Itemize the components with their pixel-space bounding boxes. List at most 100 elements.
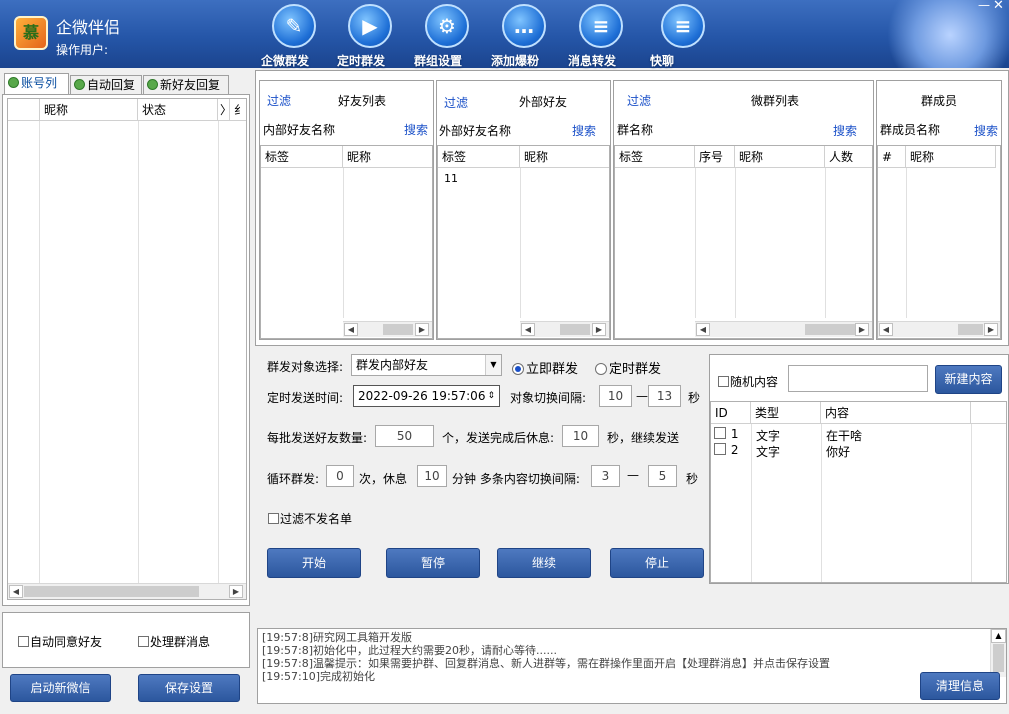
- col-header-id[interactable]: ID: [711, 402, 751, 424]
- friends-filter-link[interactable]: 过滤: [267, 92, 291, 109]
- col-header-extra[interactable]: [971, 402, 1006, 424]
- external-hscrollbar[interactable]: ◀ ▶: [520, 321, 609, 337]
- loop-label: 循环群发:: [267, 472, 320, 486]
- nav-group-settings-button[interactable]: ⚙ 群组设置: [414, 2, 480, 68]
- save-settings-button[interactable]: 保存设置: [138, 674, 240, 702]
- scroll-thumb[interactable]: [560, 324, 590, 335]
- scroll-left-icon[interactable]: ◀: [696, 323, 710, 336]
- col-header-content[interactable]: 内容: [821, 402, 971, 424]
- col-header-nickname[interactable]: 昵称: [520, 146, 609, 168]
- scroll-up-icon[interactable]: ▲: [991, 629, 1006, 643]
- multi-max-input[interactable]: 5: [648, 465, 677, 487]
- tab-new-friend-reply[interactable]: 新好友回复: [143, 75, 229, 95]
- tab-accounts[interactable]: 账号列: [4, 73, 69, 95]
- col-header-nickname[interactable]: 昵称: [906, 146, 996, 168]
- scroll-right-icon[interactable]: ▶: [415, 323, 429, 336]
- table-row[interactable]: 2: [714, 443, 738, 457]
- col-header-tag[interactable]: 标签: [615, 146, 695, 168]
- send-scheduled-radio[interactable]: 定时群发: [595, 358, 661, 377]
- clear-log-button[interactable]: 清理信息: [920, 672, 1000, 700]
- switch-min-input[interactable]: 10: [599, 385, 632, 407]
- col-header-count[interactable]: 人数: [825, 146, 872, 168]
- scroll-left-icon[interactable]: ◀: [879, 323, 893, 336]
- external-search-link[interactable]: 搜索: [572, 122, 596, 139]
- member-name-label: 群成员名称: [880, 123, 941, 137]
- log-line: [19:57:8]温馨提示：如果需要护群、回复群消息、新人进群等，需在群操作里面…: [262, 657, 830, 670]
- external-filter-link[interactable]: 过滤: [444, 94, 468, 111]
- send-now-radio[interactable]: 立即群发: [512, 358, 578, 377]
- nav-forward-button[interactable]: ≡ 消息转发: [568, 2, 634, 68]
- col-header-index[interactable]: 序号: [695, 146, 735, 168]
- batch-size-input[interactable]: 50: [375, 425, 434, 447]
- start-button[interactable]: 开始: [267, 548, 361, 578]
- batch-rest-input[interactable]: 10: [562, 425, 599, 447]
- scroll-right-icon[interactable]: ▶: [984, 323, 998, 336]
- group-name-label: 群名称: [617, 123, 654, 137]
- app-title: 企微伴侣: [56, 18, 121, 37]
- loop-rest-input[interactable]: 10: [417, 465, 447, 487]
- chevron-down-icon[interactable]: ▼: [485, 355, 501, 375]
- scroll-left-icon[interactable]: ◀: [344, 323, 358, 336]
- scroll-thumb[interactable]: [805, 324, 855, 335]
- scroll-left-icon[interactable]: ◀: [521, 323, 535, 336]
- resume-button[interactable]: 继续: [497, 548, 591, 578]
- random-content-checkbox[interactable]: 随机内容: [718, 373, 778, 390]
- target-select[interactable]: 群发内部好友 ▼: [351, 354, 502, 376]
- table-cell[interactable]: 11: [444, 172, 458, 185]
- nav-quick-chat-button[interactable]: ≡ 快聊: [650, 2, 716, 68]
- nav-add-fans-button[interactable]: … 添加爆粉: [491, 2, 557, 68]
- friends-search-link[interactable]: 搜索: [404, 121, 428, 138]
- col-header-tag[interactable]: 标签: [438, 146, 520, 168]
- stop-button[interactable]: 停止: [610, 548, 704, 578]
- nav-scheduled-send-button[interactable]: ▶ 定时群发: [337, 2, 403, 68]
- pen-icon: ✎: [272, 4, 316, 48]
- col-header-type[interactable]: 类型: [751, 402, 821, 424]
- log-panel[interactable]: [19:57:8]研究网工具箱开发版 [19:57:8]初始化中，此过程大约需要…: [257, 628, 1007, 704]
- members-search-link[interactable]: 搜索: [974, 122, 998, 139]
- new-content-button[interactable]: 新建内容: [935, 365, 1002, 394]
- table-row[interactable]: 1: [714, 427, 738, 441]
- spinner-icon[interactable]: ⇕: [487, 386, 495, 406]
- log-vscrollbar[interactable]: ▲: [990, 629, 1006, 677]
- scroll-right-icon[interactable]: ▶: [229, 585, 243, 598]
- scroll-thumb[interactable]: [24, 586, 199, 597]
- forward-message-icon: ≡: [579, 4, 623, 48]
- start-wechat-button[interactable]: 启动新微信: [10, 674, 111, 702]
- nav-mass-send-button[interactable]: ✎ 企微群发: [261, 2, 327, 68]
- account-list-hscrollbar[interactable]: ◀ ▶: [8, 583, 246, 599]
- scroll-left-icon[interactable]: ◀: [9, 585, 23, 598]
- groups-hscrollbar[interactable]: ◀ ▶: [695, 321, 872, 337]
- chat-bubble-icon: …: [502, 4, 546, 48]
- scroll-right-icon[interactable]: ▶: [855, 323, 869, 336]
- tab-auto-reply[interactable]: 自动回复: [70, 75, 142, 95]
- scroll-thumb[interactable]: [958, 324, 983, 335]
- friends-hscrollbar[interactable]: ◀ ▶: [343, 321, 432, 337]
- members-hscrollbar[interactable]: ◀ ▶: [878, 321, 1000, 337]
- auto-accept-checkbox[interactable]: 自动同意好友: [18, 633, 102, 650]
- app-logo: 慕: [14, 16, 48, 50]
- col-header-status[interactable]: 状态: [138, 99, 218, 121]
- process-group-checkbox[interactable]: 处理群消息: [138, 633, 210, 650]
- col-header-nickname[interactable]: 昵称: [343, 146, 432, 168]
- scroll-right-icon[interactable]: ▶: [592, 323, 606, 336]
- groups-filter-link[interactable]: 过滤: [627, 92, 651, 109]
- filter-blacklist-checkbox[interactable]: 过滤不发名单: [268, 510, 352, 527]
- col-header-hash[interactable]: #: [878, 146, 906, 168]
- col-header-4[interactable]: 纟: [230, 99, 246, 121]
- groups-search-link[interactable]: 搜索: [833, 122, 857, 139]
- range-dash: —: [636, 389, 648, 403]
- col-header-nickname[interactable]: 昵称: [40, 99, 138, 121]
- scroll-thumb[interactable]: [383, 324, 413, 335]
- col-header-3[interactable]: 〉: [218, 99, 232, 121]
- col-header-nickname[interactable]: 昵称: [735, 146, 825, 168]
- switch-max-input[interactable]: 13: [648, 385, 681, 407]
- loop-count-input[interactable]: 0: [326, 465, 354, 487]
- scroll-thumb[interactable]: [993, 644, 1004, 672]
- pause-button[interactable]: 暂停: [386, 548, 480, 578]
- multi-min-input[interactable]: 3: [591, 465, 620, 487]
- col-header-tag[interactable]: 标签: [261, 146, 343, 168]
- close-button[interactable]: ✕: [993, 0, 1007, 12]
- schedule-time-picker[interactable]: 2022-09-26 19:57:06 ⇕: [353, 385, 500, 407]
- content-input[interactable]: [788, 365, 928, 392]
- minimize-button[interactable]: —: [978, 0, 992, 12]
